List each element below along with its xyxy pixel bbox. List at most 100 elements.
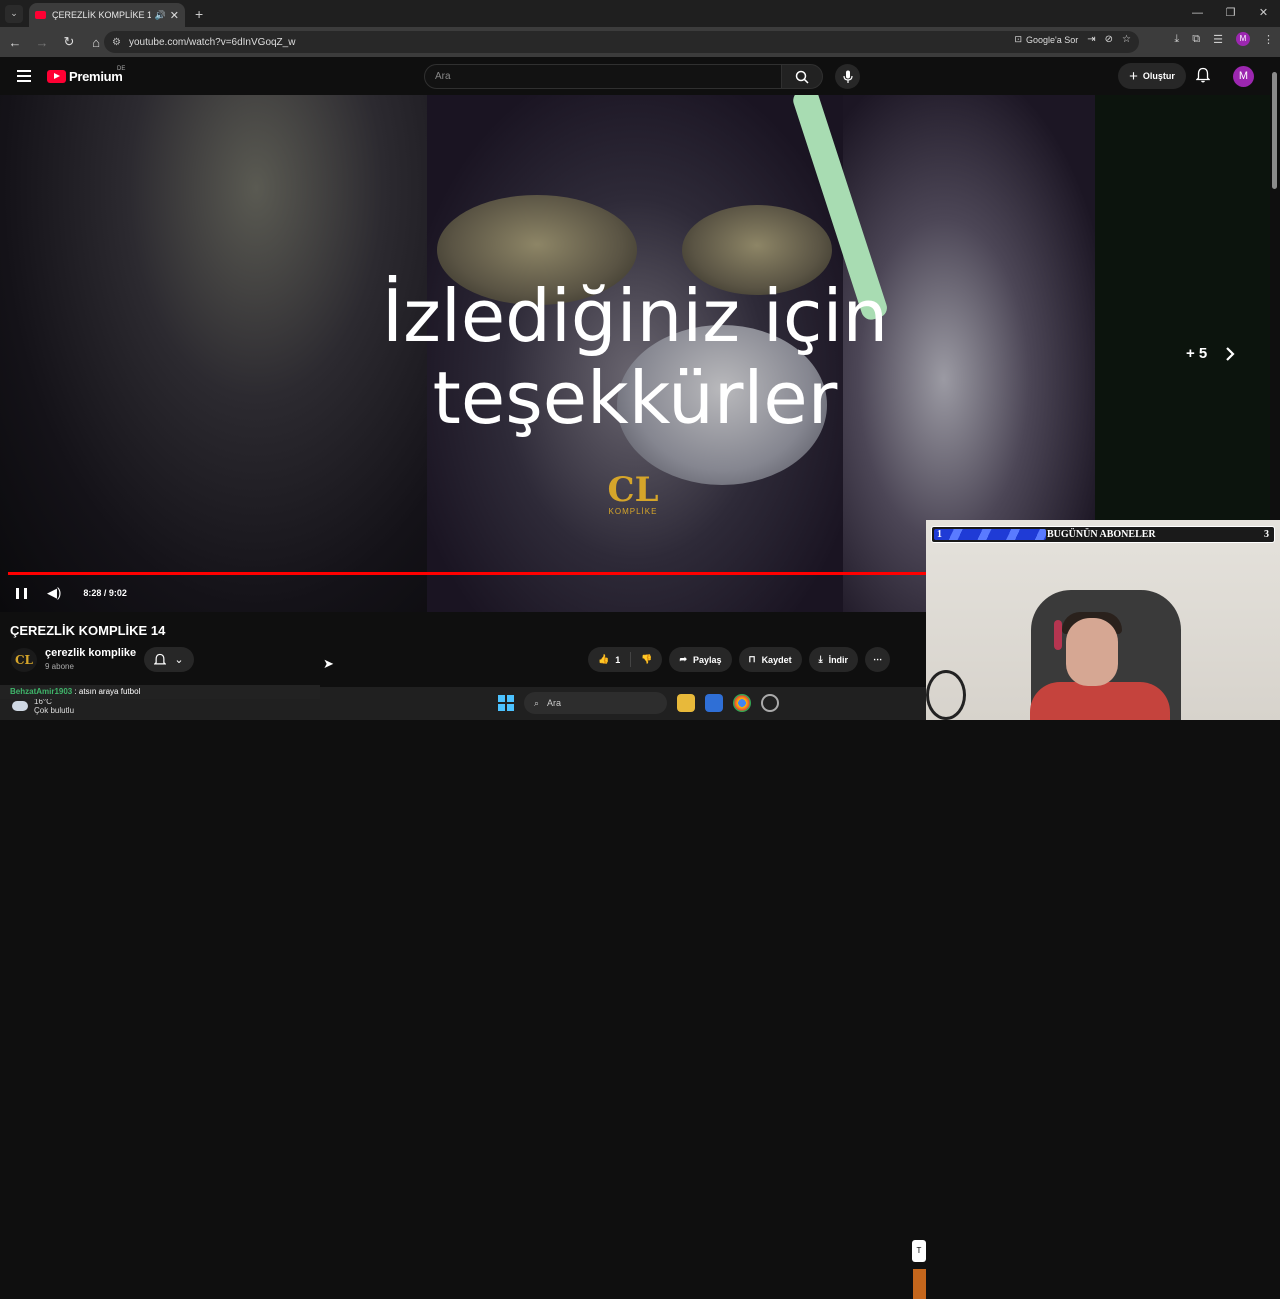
close-window-icon[interactable]: ✕ xyxy=(1247,0,1280,27)
player-controls: ◀) 8:28 / 9:02 xyxy=(0,583,127,603)
bicycle-image xyxy=(926,670,966,720)
dislike-button[interactable]: 👎 xyxy=(631,654,662,665)
bell-icon xyxy=(1195,67,1211,83)
plus-icon: + xyxy=(1129,67,1138,85)
back-icon[interactable]: ← xyxy=(3,35,27,50)
stream-chat-message: BehzatAmir1903 : atsın araya futbol xyxy=(0,685,320,699)
channel-name[interactable]: çerezlik komplike xyxy=(45,647,136,659)
tab-strip-icon[interactable]: ☰ xyxy=(1213,33,1223,46)
video-actions: 👍 1 👎 ➦ Paylaş ⊓ Kaydet ⤓ İndir ⋯ xyxy=(588,647,891,672)
youtube-premium-logo[interactable]: Premium DE xyxy=(47,66,126,84)
chevron-down-icon: ⌄ xyxy=(174,654,184,666)
url-text[interactable]: youtube.com/watch?v=6dInVGoqZ_w xyxy=(129,37,295,48)
side-thumbnail[interactable] xyxy=(913,1269,926,1299)
youtube-play-icon xyxy=(47,70,66,83)
mouse-cursor-icon: ➤ xyxy=(323,656,334,671)
subscriber-goal-bar: 1 BUGÜNÜN ABONELER 3 xyxy=(931,526,1275,543)
forward-icon[interactable]: → xyxy=(30,35,54,50)
browser-toolbar: ← → ↻ ⌂ ⚙ youtube.com/watch?v=6dInVGoqZ_… xyxy=(0,27,1280,57)
goal-progress-fill xyxy=(934,529,1046,540)
cloud-icon xyxy=(12,701,28,711)
extensions-icon[interactable]: ⧉ xyxy=(1192,33,1200,46)
taskbar-apps: ⌕ Ara xyxy=(498,692,779,714)
close-tab-icon[interactable]: ✕ xyxy=(170,9,179,22)
app-icon[interactable] xyxy=(761,694,779,712)
lens-icon: ⊡ xyxy=(1014,34,1022,44)
tab-search-button[interactable]: ⌄ xyxy=(5,4,23,23)
mail-icon[interactable] xyxy=(705,694,723,712)
bell-icon xyxy=(154,653,167,664)
channel-avatar[interactable]: CL xyxy=(11,648,37,672)
account-avatar[interactable]: M xyxy=(1233,66,1254,87)
windows-start-icon[interactable] xyxy=(498,695,514,711)
time-display: 8:28 / 9:02 xyxy=(83,588,127,598)
save-label: Kaydet xyxy=(761,654,792,665)
search-icon: ⌕ xyxy=(534,697,540,708)
menu-icon[interactable]: ⋮ xyxy=(1263,33,1274,46)
hamburger-menu-icon[interactable] xyxy=(17,70,31,82)
share-button[interactable]: ➦ Paylaş xyxy=(669,647,732,672)
create-button[interactable]: + Oluştur xyxy=(1118,63,1186,89)
goal-label: BUGÜNÜN ABONELER xyxy=(1047,529,1156,540)
subscribed-button[interactable]: ⌄ xyxy=(144,647,194,672)
like-button[interactable]: 👍 1 xyxy=(588,652,632,667)
download-button[interactable]: ⤓ İndir xyxy=(808,647,859,672)
webcam-overlay: 1 BUGÜNÜN ABONELER 3 xyxy=(926,520,1280,720)
google-sor-button[interactable]: ⊡ Google'a Sor xyxy=(1014,34,1078,45)
endcard-message: İzlediğiniz için teşekkürler xyxy=(300,275,970,439)
cast-icon[interactable]: ⇥ xyxy=(1087,34,1095,45)
download-icon[interactable]: ⤓ xyxy=(1174,33,1179,46)
notifications-button[interactable] xyxy=(1195,67,1211,88)
site-info-icon[interactable]: ⚙ xyxy=(112,37,121,48)
search-button[interactable] xyxy=(781,64,823,89)
like-count: 1 xyxy=(615,654,621,665)
person-shirt-image xyxy=(1030,682,1170,720)
search-input[interactable]: Ara xyxy=(424,64,782,89)
reload-icon[interactable]: ↻ xyxy=(57,34,81,50)
tab-title: ÇEREZLİK KOMPLİKE 14 - Yo xyxy=(52,10,151,20)
restore-icon[interactable]: ❐ xyxy=(1214,0,1247,27)
more-icon: ⋯ xyxy=(873,654,883,664)
weather-condition: Çok bulutlu xyxy=(34,706,75,715)
eye-off-icon[interactable]: ⊘ xyxy=(1105,34,1113,45)
address-bar[interactable]: ⚙ youtube.com/watch?v=6dInVGoqZ_w ⊡ Googl… xyxy=(104,31,1139,53)
omnibox-actions: ⊡ Google'a Sor ⇥ ⊘ ☆ xyxy=(1014,34,1131,45)
chat-user: BehzatAmir1903 xyxy=(10,687,73,696)
browser-tab-active[interactable]: ÇEREZLİK KOMPLİKE 14 - Yo 🔊 ✕ xyxy=(29,3,185,27)
logo-country: DE xyxy=(117,66,126,72)
youtube-favicon-icon xyxy=(35,11,46,19)
next-videos-button[interactable]: + 5 xyxy=(1186,345,1235,362)
channel-watermark: CL KOMPLİKE xyxy=(603,473,663,516)
youtube-header: Premium DE Ara + Oluştur M xyxy=(0,57,1270,95)
browser-tabstrip: ⌄ ÇEREZLİK KOMPLİKE 14 - Yo 🔊 ✕ + — ❐ ✕ xyxy=(0,0,1280,27)
bookmark-icon: ⊓ xyxy=(748,654,756,664)
download-label: İndir xyxy=(828,654,849,665)
pause-icon[interactable] xyxy=(16,587,27,599)
goal-end: 3 xyxy=(1264,529,1269,540)
scrollbar-thumb[interactable] xyxy=(1272,72,1277,189)
browser-tools: ⤓ ⧉ ☰ M ⋮ xyxy=(1174,32,1274,46)
voice-search-button[interactable] xyxy=(835,64,860,89)
like-dislike-group: 👍 1 👎 xyxy=(588,647,663,672)
weather-widget[interactable]: 16°C Çok bulutlu xyxy=(12,697,74,715)
taskbar-search-label: Ara xyxy=(547,698,562,708)
watermark-text: KOMPLİKE xyxy=(608,507,658,516)
audio-playing-icon[interactable]: 🔊 xyxy=(155,10,166,21)
chevron-right-icon xyxy=(1226,346,1235,361)
side-chip[interactable]: T xyxy=(912,1240,926,1262)
new-tab-button[interactable]: + xyxy=(195,6,203,22)
taskbar-search[interactable]: ⌕ Ara xyxy=(524,692,667,714)
volume-icon[interactable]: ◀) xyxy=(47,585,61,601)
goal-start: 1 xyxy=(937,529,942,540)
endcard-line-1: İzlediğiniz için xyxy=(381,274,889,358)
profile-avatar[interactable]: M xyxy=(1236,32,1250,46)
more-actions-button[interactable]: ⋯ xyxy=(865,647,891,672)
subscriber-count: 9 abone xyxy=(45,662,74,671)
chrome-icon[interactable] xyxy=(733,694,751,712)
save-button[interactable]: ⊓ Kaydet xyxy=(738,647,802,672)
share-icon: ➦ xyxy=(679,654,687,664)
file-explorer-icon[interactable] xyxy=(677,694,695,712)
thumbs-up-icon: 👍 xyxy=(598,654,610,664)
bookmark-star-icon[interactable]: ☆ xyxy=(1122,34,1131,45)
minimize-icon[interactable]: — xyxy=(1181,0,1214,27)
